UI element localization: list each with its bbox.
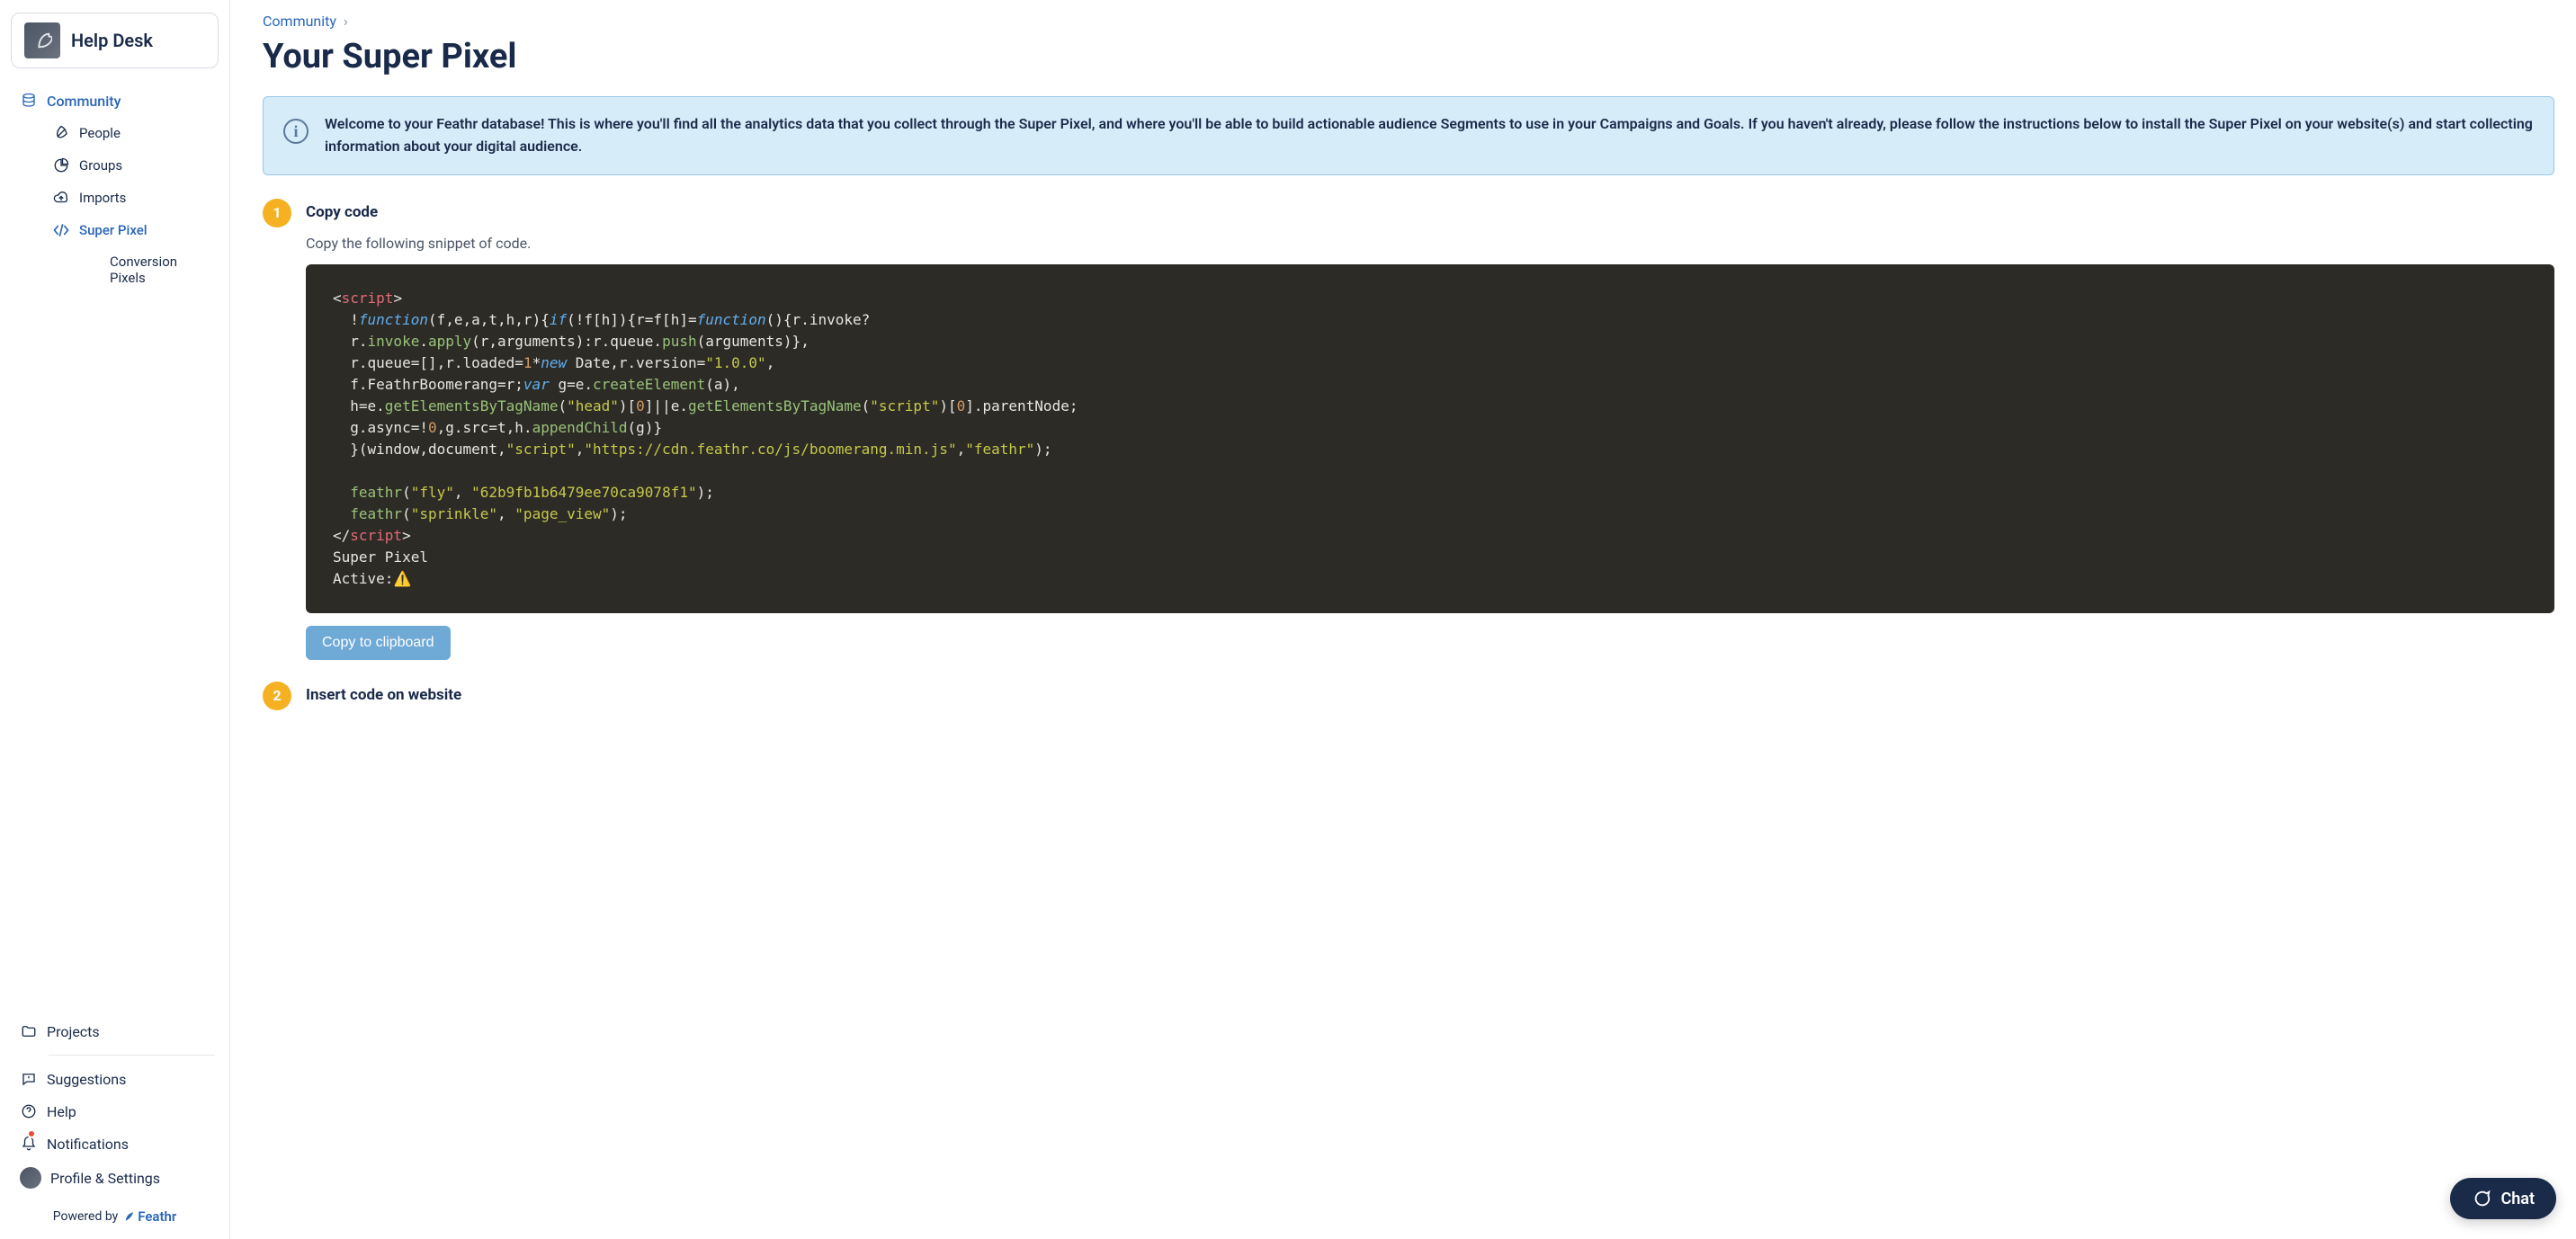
brand-card[interactable]: Help Desk xyxy=(11,13,219,68)
nav-people[interactable]: People xyxy=(47,117,215,149)
nav-conversion-pixels[interactable]: Conversion Pixels xyxy=(104,246,215,293)
info-icon: i xyxy=(283,119,309,144)
avatar-icon xyxy=(20,1167,41,1189)
comment-icon xyxy=(20,1070,38,1088)
sidebar: Help Desk Community People xyxy=(0,0,230,1239)
main-content: Community › Your Super Pixel i Welcome t… xyxy=(230,0,2576,1239)
nav-secondary: Projects Suggestions Help Notif xyxy=(11,1015,219,1225)
step-1-header: 1 Copy code xyxy=(263,199,2554,227)
brand-title: Help Desk xyxy=(71,30,153,51)
nav-label: Help xyxy=(47,1103,76,1120)
notification-dot xyxy=(27,1129,36,1138)
step-title: Insert code on website xyxy=(306,682,461,704)
leaf-icon xyxy=(52,124,70,142)
nav-help[interactable]: Help xyxy=(14,1095,215,1128)
nav-label: Conversion Pixels xyxy=(110,254,210,286)
code-icon xyxy=(52,221,70,239)
breadcrumb-community[interactable]: Community xyxy=(263,13,336,30)
database-icon xyxy=(20,92,38,110)
chat-icon xyxy=(2472,1189,2491,1208)
nav-label: Super Pixel xyxy=(79,222,148,238)
info-banner: i Welcome to your Feathr database! This … xyxy=(263,96,2554,175)
nav-label: Suggestions xyxy=(47,1071,126,1088)
step-number-badge: 2 xyxy=(263,682,291,710)
piechart-icon xyxy=(52,156,70,174)
step-number-badge: 1 xyxy=(263,199,291,227)
code-status-active: Active: xyxy=(333,570,393,587)
nav-label: Community xyxy=(47,93,121,110)
chat-label: Chat xyxy=(2500,1190,2535,1208)
powered-label: Powered by xyxy=(53,1209,119,1224)
chat-widget[interactable]: Chat xyxy=(2450,1178,2556,1219)
brand-logo-icon xyxy=(24,22,60,58)
nav-groups[interactable]: Groups xyxy=(47,149,215,182)
nav-label: Groups xyxy=(79,157,122,174)
page-title: Your Super Pixel xyxy=(263,37,2554,76)
cloud-upload-icon xyxy=(52,189,70,207)
nav-label: Profile & Settings xyxy=(50,1170,160,1187)
feathr-text: Feathr xyxy=(138,1208,176,1225)
folder-icon xyxy=(20,1022,38,1040)
powered-by: Powered by Feathr xyxy=(14,1196,215,1225)
nav-notifications[interactable]: Notifications xyxy=(14,1128,215,1160)
step-2-header: 2 Insert code on website xyxy=(263,682,2554,710)
help-icon xyxy=(20,1102,38,1120)
copy-to-clipboard-button[interactable]: Copy to clipboard xyxy=(306,626,451,660)
nav-profile[interactable]: Profile & Settings xyxy=(14,1160,215,1196)
nav-imports[interactable]: Imports xyxy=(47,182,215,214)
nav-community[interactable]: Community xyxy=(14,85,215,117)
step-title: Copy code xyxy=(306,199,378,221)
step-1-body: Copy the following snippet of code. <scr… xyxy=(306,235,2554,660)
nav-projects[interactable]: Projects xyxy=(14,1015,215,1047)
nav-label: Notifications xyxy=(47,1136,129,1153)
nav-label: Projects xyxy=(47,1023,100,1040)
nav-suggestions[interactable]: Suggestions xyxy=(14,1063,215,1095)
breadcrumb: Community › xyxy=(263,13,2554,30)
nav-label: People xyxy=(79,125,121,141)
nav-super-pixel[interactable]: Super Pixel xyxy=(47,214,215,246)
nav-primary: Community People Groups xyxy=(11,85,219,293)
info-text: Welcome to your Feathr database! This is… xyxy=(325,113,2534,158)
warning-icon: ⚠️ xyxy=(393,570,411,587)
feathr-logo[interactable]: Feathr xyxy=(123,1208,176,1225)
chevron-right-icon: › xyxy=(344,13,348,30)
code-snippet[interactable]: <script> !function(f,e,a,t,h,r){if(!f[h]… xyxy=(306,264,2554,613)
nav-label: Imports xyxy=(79,190,126,206)
divider xyxy=(49,1055,215,1056)
code-status-label: Super Pixel xyxy=(333,548,428,566)
step-desc: Copy the following snippet of code. xyxy=(306,235,2554,252)
